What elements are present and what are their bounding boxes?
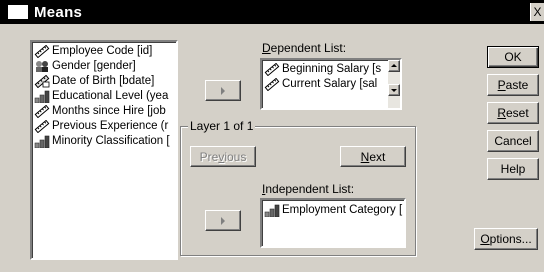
source-variable-item[interactable]: Date of Birth [bdate] bbox=[32, 74, 176, 89]
next-layer-button[interactable]: Next bbox=[340, 146, 406, 167]
source-variable-item[interactable]: Previous Experience (r bbox=[32, 119, 176, 134]
reset-button[interactable]: Reset bbox=[487, 102, 539, 124]
window-icon bbox=[8, 5, 28, 19]
ruler-icon bbox=[264, 77, 280, 92]
window-title: Means bbox=[34, 3, 83, 21]
paste-button[interactable]: Paste bbox=[487, 74, 539, 96]
ruler-icon bbox=[264, 62, 280, 77]
arrow-up-icon bbox=[391, 64, 397, 67]
move-to-dependent-button[interactable] bbox=[205, 80, 241, 101]
dependent-variable-item-label: Beginning Salary [s bbox=[282, 63, 382, 75]
source-variable-list[interactable]: Employee Code [id] Gender [gender] Date of… bbox=[30, 40, 178, 260]
source-variable-item[interactable]: Educational Level (yea bbox=[32, 89, 176, 104]
source-variable-item-label: Previous Experience (r bbox=[52, 120, 169, 132]
title-bar: Means X bbox=[0, 0, 544, 24]
scroll-down-button[interactable] bbox=[388, 84, 400, 96]
independent-list-label: Independent List: bbox=[262, 182, 355, 196]
source-variable-item-label: Months since Hire [job bbox=[52, 105, 166, 117]
dependent-list-label: Dependent List: bbox=[262, 41, 347, 55]
source-variable-item-label: Minority Classification [ bbox=[52, 135, 170, 147]
arrow-down-icon bbox=[391, 89, 397, 92]
cancel-button[interactable]: Cancel bbox=[487, 130, 539, 152]
source-variable-item[interactable]: Minority Classification [ bbox=[32, 134, 176, 149]
previous-layer-button: Previous bbox=[190, 146, 256, 167]
scroll-up-button[interactable] bbox=[388, 60, 400, 72]
source-variable-item-label: Educational Level (yea bbox=[52, 90, 169, 102]
ordinal-bars-icon bbox=[34, 90, 50, 104]
source-variable-item-label: Date of Birth [bdate] bbox=[52, 75, 155, 87]
source-variable-item-label: Gender [gender] bbox=[52, 60, 136, 72]
ordinal-bars-icon bbox=[264, 204, 280, 218]
dependent-scrollbar[interactable] bbox=[388, 60, 400, 108]
layer-title: Layer 1 of 1 bbox=[188, 119, 256, 133]
close-button[interactable]: X bbox=[530, 3, 544, 21]
dependent-variable-item-label: Current Salary [sal bbox=[282, 78, 378, 90]
arrow-right-icon bbox=[221, 216, 225, 225]
move-to-independent-button[interactable] bbox=[205, 210, 241, 231]
ordinal-bars-icon bbox=[34, 135, 50, 149]
arrow-right-icon bbox=[221, 86, 225, 95]
options-button[interactable]: Options... bbox=[474, 228, 538, 250]
source-variable-item[interactable]: Months since Hire [job bbox=[32, 104, 176, 119]
nominal-scale-icon bbox=[34, 60, 50, 73]
ruler-icon bbox=[34, 104, 50, 119]
independent-variable-item-label: Employment Category [ bbox=[282, 204, 403, 216]
ruler-icon bbox=[34, 44, 50, 59]
ok-button[interactable]: OK bbox=[487, 46, 539, 68]
source-variable-item[interactable]: Employee Code [id] bbox=[32, 44, 176, 59]
dependent-variable-list[interactable]: Beginning Salary [s Current Salary [sal bbox=[260, 58, 402, 110]
source-variable-item-label: Employee Code [id] bbox=[52, 45, 153, 57]
dependent-variable-item[interactable]: Current Salary [sal bbox=[262, 77, 386, 92]
independent-variable-item[interactable]: Employment Category [ bbox=[262, 203, 404, 218]
calendar-icon bbox=[34, 74, 50, 89]
dependent-variable-item[interactable]: Beginning Salary [s bbox=[262, 62, 386, 77]
independent-variable-list[interactable]: Employment Category [ bbox=[260, 198, 406, 248]
ruler-icon bbox=[34, 119, 50, 134]
source-variable-item[interactable]: Gender [gender] bbox=[32, 59, 176, 74]
help-button[interactable]: Help bbox=[487, 158, 539, 180]
